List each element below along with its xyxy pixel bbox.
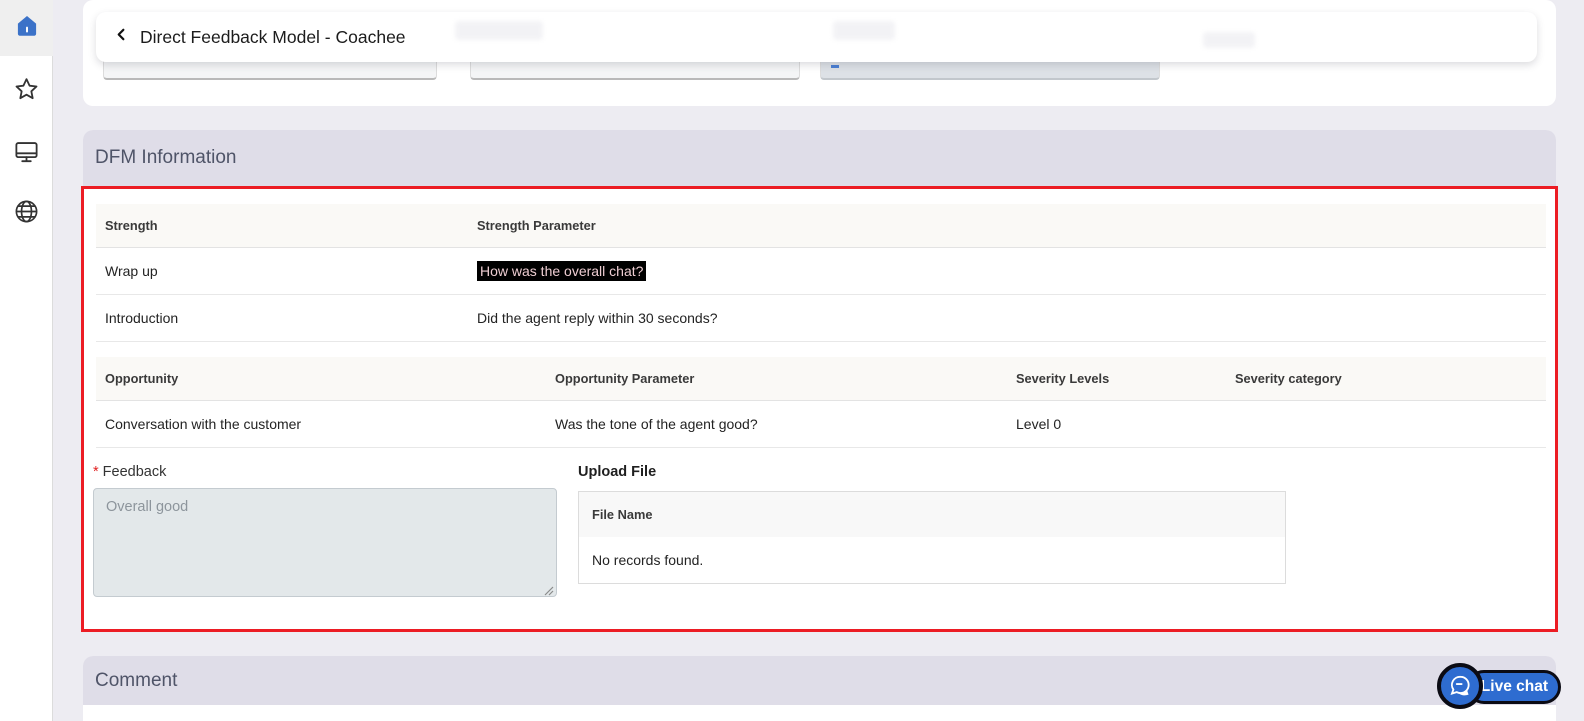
strength-col-header: Strength	[105, 204, 158, 247]
strength-cell: Wrap up	[105, 248, 158, 294]
strength-table-header: Strength Strength Parameter	[96, 204, 1546, 248]
live-chat-button[interactable]: Live chat	[1437, 661, 1562, 711]
comment-card: Comment	[83, 656, 1556, 721]
strength-parameter-cell: Did the agent reply within 30 seconds?	[477, 295, 717, 341]
resize-grip-icon[interactable]	[543, 583, 554, 601]
opportunity-col-header: Opportunity	[105, 357, 178, 400]
sidebar-item-favorites[interactable]	[0, 64, 53, 120]
dfm-section-header: DFM Information	[83, 130, 1556, 186]
faded-label	[455, 21, 543, 40]
opportunity-parameter-col-header: Opportunity Parameter	[555, 357, 694, 400]
file-name-col-header: File Name	[592, 507, 652, 522]
strength-cell: Introduction	[105, 295, 178, 341]
sidebar	[0, 0, 53, 721]
comment-section-header: Comment	[83, 656, 1556, 705]
globe-icon	[13, 198, 40, 230]
back-button[interactable]	[104, 20, 138, 54]
table-row: Wrap up How was the overall chat?	[96, 248, 1546, 295]
opportunity-cell: Conversation with the customer	[105, 401, 301, 447]
faded-label	[833, 21, 895, 40]
dfm-section-title: DFM Information	[95, 147, 236, 169]
opportunity-parameter-cell: Was the tone of the agent good?	[555, 401, 758, 447]
table-row: Introduction Did the agent reply within …	[96, 295, 1546, 342]
sidebar-item-workstation[interactable]	[0, 126, 53, 182]
highlighted-text: How was the overall chat?	[477, 261, 646, 281]
live-chat-label: Live chat	[1481, 678, 1548, 696]
star-icon	[13, 76, 40, 108]
sidebar-item-web[interactable]	[0, 186, 53, 242]
chevron-left-icon	[114, 27, 129, 47]
feedback-textarea[interactable]: Overall good	[93, 488, 557, 597]
disabled-field-dash	[831, 65, 839, 68]
chat-bubble-icon	[1437, 663, 1483, 709]
page-header: Direct Feedback Model - Coachee	[96, 12, 1537, 62]
opportunity-table-header: Opportunity Opportunity Parameter Severi…	[96, 357, 1546, 401]
severity-level-cell: Level 0	[1016, 401, 1061, 447]
no-records-text: No records found.	[592, 552, 703, 568]
table-row: Conversation with the customer Was the t…	[96, 401, 1546, 448]
upload-file-label: Upload File	[578, 464, 656, 480]
strength-parameter-col-header: Strength Parameter	[477, 204, 596, 247]
upload-empty-row: No records found.	[578, 537, 1286, 584]
strength-parameter-cell: How was the overall chat?	[477, 248, 646, 294]
severity-category-col-header: Severity category	[1235, 357, 1342, 400]
comment-section-title: Comment	[95, 670, 177, 692]
monitor-icon	[13, 138, 40, 170]
sidebar-item-home[interactable]	[0, 0, 53, 56]
required-asterisk: *	[93, 464, 99, 480]
upload-table-header: File Name	[578, 491, 1286, 538]
home-icon	[14, 13, 40, 44]
severity-levels-col-header: Severity Levels	[1016, 357, 1109, 400]
page-title: Direct Feedback Model - Coachee	[140, 27, 406, 48]
faded-label	[1203, 32, 1255, 48]
feedback-label: *Feedback	[93, 464, 166, 480]
